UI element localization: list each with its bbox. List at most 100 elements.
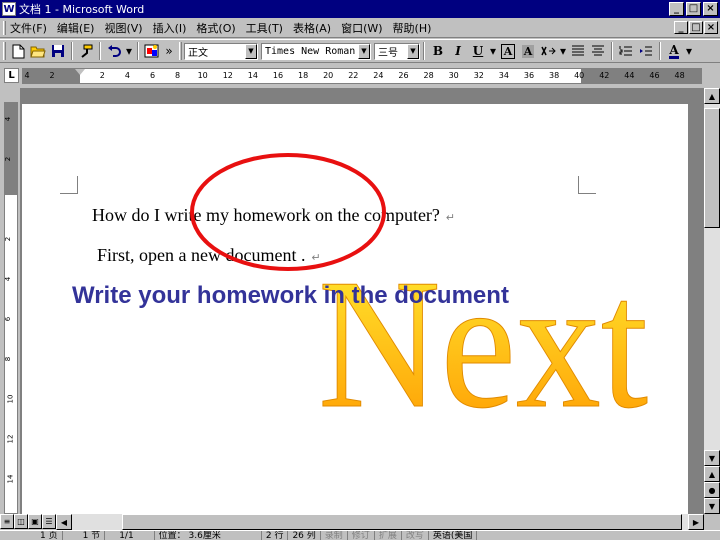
caption-text[interactable]: Write your homework in the document bbox=[72, 282, 509, 310]
toolbar: ▾ » 正文 ▼ Times New Roman ▼ 三号 ▼ B I U ▾ … bbox=[0, 39, 720, 63]
doc-minimize-button[interactable]: _ bbox=[674, 21, 688, 34]
window-title: 文档 1 - Microsoft Word bbox=[19, 3, 145, 16]
undo-arrow-icon[interactable] bbox=[104, 41, 124, 61]
menu-grip[interactable] bbox=[3, 20, 6, 35]
increase-indent-icon[interactable] bbox=[636, 41, 656, 61]
web-view-icon[interactable]: ◫ bbox=[14, 514, 28, 529]
select-browse-object-icon[interactable]: ● bbox=[704, 482, 720, 498]
ruler-tick-label: 34 bbox=[498, 71, 509, 80]
vertical-scroll-thumb[interactable] bbox=[704, 108, 720, 228]
status-extend[interactable]: 扩展 bbox=[375, 531, 402, 540]
scroll-left-arrow-icon[interactable]: ◀ bbox=[56, 514, 72, 530]
ruler-tick-label: 30 bbox=[448, 71, 459, 80]
vertical-scrollbar[interactable]: ▲ ▼ ▲ ● ▼ bbox=[704, 88, 720, 514]
tab-stop-selector[interactable]: L bbox=[4, 68, 19, 83]
document-page[interactable]: How do I write my homework on the comput… bbox=[22, 104, 688, 514]
font-color-dropdown-chevron-icon[interactable]: ▾ bbox=[684, 41, 694, 61]
menu-file[interactable]: 文件(F) bbox=[10, 20, 47, 36]
standard-toolbar-grip[interactable] bbox=[3, 42, 6, 60]
vertical-ruler-tick-label: 10 bbox=[6, 394, 15, 404]
new-document-icon[interactable] bbox=[8, 41, 28, 61]
menu-view[interactable]: 视图(V) bbox=[104, 20, 142, 36]
outline-view-icon[interactable]: ☰ bbox=[42, 514, 56, 529]
character-border-label: A bbox=[500, 43, 516, 59]
font-dropdown-arrow-icon[interactable]: ▼ bbox=[358, 43, 370, 59]
character-border-button[interactable]: A bbox=[498, 41, 518, 61]
font-combo[interactable]: Times New Roman ▼ bbox=[261, 42, 371, 60]
menu-window[interactable]: 窗口(W) bbox=[341, 20, 382, 36]
toolbar-overflow-chevron-icon[interactable]: » bbox=[162, 41, 176, 61]
align-center-icon[interactable] bbox=[588, 41, 608, 61]
scroll-right-arrow-icon[interactable]: ▶ bbox=[688, 514, 704, 530]
wordart-next[interactable]: Next bbox=[318, 241, 649, 448]
ruler-tick-label: 26 bbox=[398, 71, 409, 80]
font-size-dropdown-arrow-icon[interactable]: ▼ bbox=[407, 43, 419, 59]
horizontal-ruler[interactable]: 4 2 2 4 6 8 10 12 14 16 18 20 22 24 26 28 30 32 34 36 38 40 42… bbox=[22, 68, 702, 84]
toolbar-separator bbox=[611, 42, 613, 60]
ruler-tick-label: 44 bbox=[624, 71, 635, 80]
style-combo[interactable]: 正文 ▼ bbox=[184, 42, 258, 60]
vertical-ruler-tick-label: 2 bbox=[4, 156, 13, 162]
format-painter-icon[interactable] bbox=[76, 41, 96, 61]
vertical-ruler-tick-label: 2 bbox=[4, 236, 13, 242]
character-shading-button[interactable]: A bbox=[518, 41, 538, 61]
menu-tools[interactable]: 工具(T) bbox=[246, 20, 283, 36]
ruler-tick-label: 16 bbox=[272, 71, 284, 80]
toolbar-separator bbox=[659, 42, 661, 60]
numbered-list-icon[interactable] bbox=[616, 41, 636, 61]
document-workspace: How do I write my homework on the comput… bbox=[20, 88, 704, 514]
insert-picture-icon[interactable] bbox=[142, 41, 162, 61]
horizontal-scroll-track[interactable] bbox=[72, 514, 688, 530]
toolbar-separator bbox=[99, 42, 101, 60]
ruler-tick-label: 42 bbox=[599, 71, 610, 80]
page-nav-buttons: ▼ ▲ ● ▼ bbox=[704, 450, 720, 514]
ruler-tick-label: 38 bbox=[549, 71, 560, 80]
previous-page-icon[interactable]: ▲ bbox=[704, 466, 720, 482]
status-overtype[interactable]: 改写 bbox=[402, 531, 429, 540]
style-dropdown-arrow-icon[interactable]: ▼ bbox=[245, 43, 257, 59]
underline-dropdown-chevron-icon[interactable]: ▾ bbox=[488, 41, 498, 61]
next-page-icon[interactable]: ▼ bbox=[704, 498, 720, 514]
character-scaling-icon[interactable] bbox=[538, 41, 558, 61]
scaling-dropdown-chevron-icon[interactable]: ▾ bbox=[558, 41, 568, 61]
page-view-icon[interactable]: ▣ bbox=[28, 514, 42, 529]
align-justify-icon[interactable] bbox=[568, 41, 588, 61]
font-color-label: A bbox=[669, 42, 679, 59]
ruler-tick-label: 12 bbox=[222, 71, 233, 80]
status-track-changes[interactable]: 修订 bbox=[348, 531, 375, 540]
bold-button[interactable]: B bbox=[428, 41, 448, 61]
italic-button[interactable]: I bbox=[448, 41, 468, 61]
word-app-icon[interactable]: W bbox=[2, 2, 16, 16]
first-line-indent-marker[interactable] bbox=[75, 69, 85, 75]
menu-format[interactable]: 格式(O) bbox=[196, 20, 235, 36]
doc-restore-button[interactable]: □ bbox=[689, 21, 703, 34]
doc-close-button[interactable]: × bbox=[704, 21, 718, 34]
minimize-button[interactable]: _ bbox=[669, 2, 684, 16]
toolbar-separator bbox=[137, 42, 139, 60]
formatting-toolbar-grip[interactable] bbox=[179, 42, 182, 60]
normal-view-icon[interactable]: ≡ bbox=[0, 514, 14, 529]
underline-button[interactable]: U bbox=[468, 41, 488, 61]
status-language[interactable]: 英语(美国 bbox=[429, 531, 478, 540]
save-disk-icon[interactable] bbox=[48, 41, 68, 61]
undo-dropdown-chevron-icon[interactable]: ▾ bbox=[124, 41, 134, 61]
font-color-button[interactable]: A bbox=[664, 41, 684, 61]
menu-table[interactable]: 表格(A) bbox=[293, 20, 331, 36]
font-size-combo[interactable]: 三号 ▼ bbox=[374, 42, 420, 60]
menu-edit[interactable]: 编辑(E) bbox=[57, 20, 95, 36]
open-folder-icon[interactable] bbox=[28, 41, 48, 61]
scroll-up-arrow-icon[interactable]: ▲ bbox=[704, 88, 720, 104]
vertical-ruler[interactable]: 4 2 2 4 6 8 10 12 14 bbox=[4, 102, 18, 514]
vertical-ruler-tick-label: 4 bbox=[4, 276, 13, 282]
vertical-ruler-tick-label: 12 bbox=[6, 434, 15, 444]
menu-insert[interactable]: 插入(I) bbox=[153, 20, 187, 36]
close-button[interactable]: × bbox=[703, 2, 718, 16]
menu-help[interactable]: 帮助(H) bbox=[393, 20, 432, 36]
ruler-tick-label: 46 bbox=[649, 71, 660, 80]
horizontal-scroll-thumb[interactable] bbox=[122, 514, 682, 530]
scroll-down-arrow-icon[interactable]: ▼ bbox=[704, 450, 720, 466]
horizontal-scroll-row: ≡ ◫ ▣ ☰ ◀ ▶ bbox=[0, 514, 720, 530]
font-value: Times New Roman bbox=[265, 45, 356, 57]
maximize-button[interactable]: □ bbox=[686, 2, 701, 16]
status-record[interactable]: 录制 bbox=[321, 531, 348, 540]
